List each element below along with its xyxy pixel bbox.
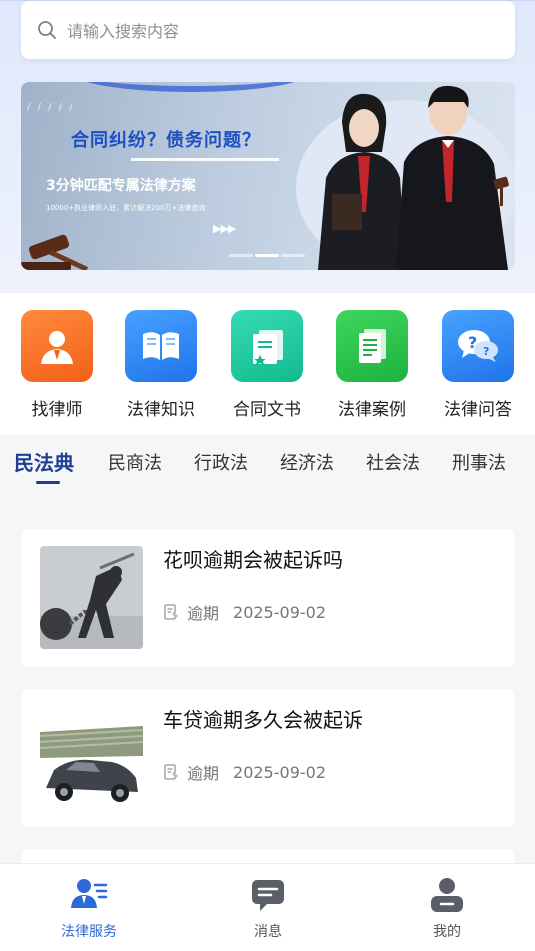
article-title[interactable]: 花呗逾期会被起诉吗 [163, 544, 343, 573]
category-label: 法律知识 [127, 400, 195, 420]
category-contract-docs[interactable]: 合同文书 [222, 310, 312, 420]
tag-icon [164, 604, 178, 620]
tab-social[interactable]: 社会法 [366, 449, 420, 475]
promo-banner[interactable]: / / / / / 合同纠纷？债务问题？ 3分钟匹配专属法律方案 10000+执… [21, 82, 515, 270]
category-label: 法律案例 [338, 400, 406, 420]
qa-chat-icon: ?? [442, 310, 514, 382]
lawyer-icon [21, 310, 93, 382]
nav-label: 我的 [433, 924, 461, 940]
tab-criminal[interactable]: 刑事法 [452, 449, 506, 475]
tab-economic[interactable]: 经济法 [280, 449, 334, 475]
search-placeholder[interactable]: 请输入搜索内容 [67, 18, 179, 42]
article-meta: 逾期 2025-09-02 [163, 600, 326, 624]
pagination-dot[interactable] [281, 254, 305, 257]
svg-text:?: ? [468, 333, 477, 352]
law-category-tabs: 民法典 民商法 行政法 经济法 社会法 刑事法 [0, 437, 535, 491]
category-label: 合同文书 [233, 400, 301, 420]
contract-icon [231, 310, 303, 382]
lawyers-image [318, 85, 509, 270]
bottom-navigation: 法律服务 消息 我的 [0, 863, 535, 951]
nav-label: 法律服务 [61, 924, 117, 940]
pagination-dot[interactable] [229, 254, 253, 257]
search-icon [37, 20, 57, 40]
banner-divider [131, 158, 279, 161]
nav-label: 消息 [254, 924, 282, 940]
category-legal-qa[interactable]: ?? 法律问答 [433, 310, 523, 420]
tab-civil-commercial[interactable]: 民商法 [108, 449, 162, 475]
category-legal-knowledge[interactable]: 法律知识 [116, 310, 206, 420]
message-icon [252, 880, 284, 911]
banner-pagination [229, 254, 305, 257]
tab-administrative[interactable]: 行政法 [194, 449, 248, 475]
category-grid: 找律师 法律知识 合同文书 法律案例 ?? 法律问答 [0, 293, 535, 435]
banner-swoosh [71, 82, 311, 92]
article-tag: 逾期 [187, 604, 220, 623]
category-legal-cases[interactable]: 法律案例 [327, 310, 417, 420]
banner-small-text: 10000+执业律师入驻，累计解决200万+法律咨询 [46, 204, 206, 212]
book-icon [125, 310, 197, 382]
banner-subtitle: 3分钟匹配专属法律方案 [46, 178, 196, 194]
profile-icon [431, 878, 463, 912]
article-card[interactable]: 车贷逾期多久会被起诉 逾期 2025-09-02 [22, 689, 514, 827]
article-card[interactable]: 花呗逾期会被起诉吗 逾期 2025-09-02 [22, 529, 514, 667]
article-title[interactable]: 车贷逾期多久会被起诉 [163, 704, 363, 733]
article-date: 2025-09-02 [233, 762, 326, 782]
search-bar[interactable]: 请输入搜索内容 [21, 1, 515, 59]
legal-service-icon [71, 879, 108, 908]
banner-title: 合同纠纷？债务问题？ [71, 130, 261, 151]
category-label: 法律问答 [444, 400, 512, 420]
nav-profile[interactable]: 我的 [392, 874, 502, 941]
category-find-lawyer[interactable]: 找律师 [12, 310, 102, 420]
article-tag: 逾期 [187, 764, 220, 783]
nav-messages[interactable]: 消息 [213, 874, 323, 941]
gavel-icon [21, 234, 89, 270]
tag-icon [164, 764, 178, 780]
case-document-icon [336, 310, 408, 382]
banner-arrows: ▶▶▶ [213, 222, 236, 235]
svg-text:?: ? [483, 345, 489, 358]
category-label: 找律师 [31, 400, 83, 420]
chained-man-image [40, 546, 143, 649]
banner-decoration: / / / / / [27, 102, 75, 113]
article-meta: 逾期 2025-09-02 [163, 760, 326, 784]
nav-legal-service[interactable]: 法律服务 [34, 874, 144, 941]
tab-civil-code[interactable]: 民法典 [14, 447, 74, 476]
article-date: 2025-09-02 [233, 602, 326, 622]
pagination-dot-active[interactable] [255, 254, 279, 257]
car-money-image [40, 706, 143, 809]
active-tab-indicator [36, 481, 60, 484]
